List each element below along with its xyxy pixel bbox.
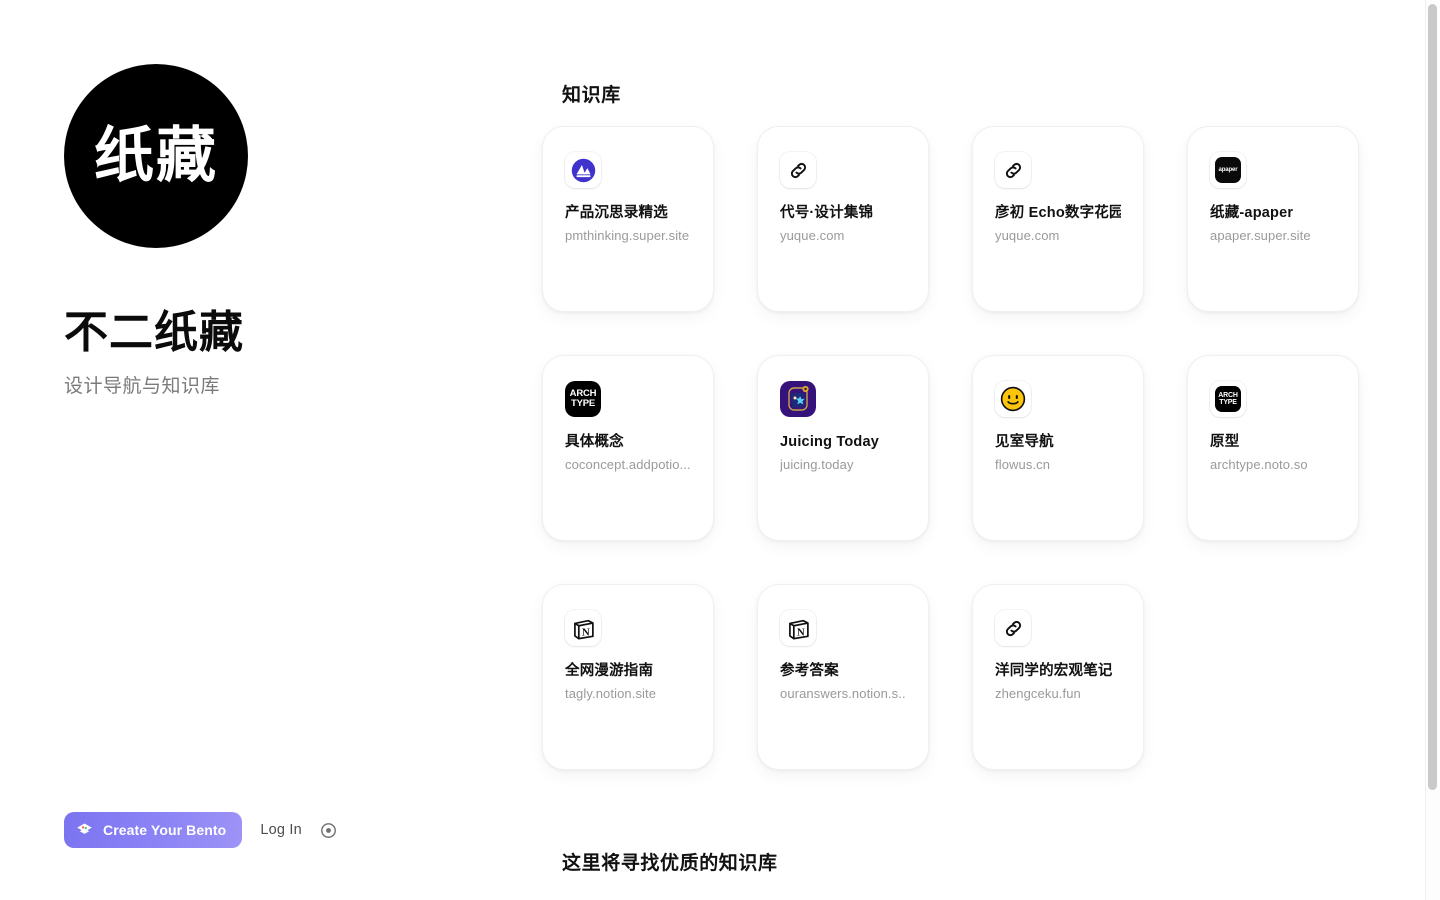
apaper-logo-label: apaper [1215, 157, 1241, 183]
card-juicing-today[interactable]: Juicing Today juicing.today [757, 355, 929, 541]
card-title: 代号·设计集锦 [780, 205, 874, 221]
card-tagly-notion[interactable]: N 全网漫游指南 tagly.notion.site [542, 584, 714, 770]
archtype-label-bottom: TYPE [570, 398, 595, 409]
card-url: apaper.super.site [1210, 228, 1311, 244]
card-title: 彦初 Echo数字花园 [995, 205, 1121, 221]
link-icon [995, 152, 1031, 188]
card-title: 全网漫游指南 [565, 663, 654, 679]
card-url: pmthinking.super.site [565, 228, 690, 244]
page-root: 纸藏 不二纸藏 设计导航与知识库 Create Your Bento Log I… [0, 0, 1440, 900]
card-title: 纸藏-apaper [1210, 205, 1294, 221]
card-url: archtype.noto.so [1210, 457, 1308, 473]
card-daihao-design[interactable]: 代号·设计集锦 yuque.com [757, 126, 929, 312]
record-circle-icon[interactable] [320, 822, 337, 839]
card-ouranswers-notion[interactable]: N 参考答案 ouranswers.notion.s... [757, 584, 929, 770]
section-title-footer: 这里将寻找优质的知识库 [562, 853, 778, 874]
page-subtitle: 设计导航与知识库 [64, 376, 221, 398]
notion-logo-icon: N [780, 610, 816, 646]
card-apaper[interactable]: apaper 纸藏-apaper apaper.super.site [1187, 126, 1359, 312]
archtype-label-top: ARCH [1218, 391, 1238, 399]
archtype-logo-icon: ARCH TYPE [565, 381, 601, 417]
card-title: Juicing Today [780, 434, 880, 450]
create-your-bento-label: Create Your Bento [103, 822, 227, 838]
card-title: 洋同学的宏观笔记 [995, 663, 1113, 679]
main-content: 知识库 产品沉思录精选 pmthinking.super.site 代号·设计集… [542, 0, 1382, 875]
svg-text:N: N [581, 626, 589, 638]
log-in-link[interactable]: Log In [260, 822, 302, 838]
bento-box-icon [75, 821, 94, 840]
action-bar: Create Your Bento Log In [64, 812, 337, 848]
card-url: zhengceku.fun [995, 686, 1081, 702]
vertical-scrollbar-thumb[interactable] [1428, 4, 1437, 790]
avatar-label: 纸藏 [94, 123, 218, 189]
card-title: 原型 [1210, 434, 1240, 450]
card-title: 见室导航 [995, 434, 1054, 450]
smiley-face-icon [995, 381, 1031, 417]
archtype-label-bottom: TYPE [1219, 399, 1237, 406]
card-url: flowus.cn [995, 457, 1051, 473]
page-title: 不二纸藏 [64, 308, 244, 357]
card-url: yuque.com [780, 228, 845, 244]
pmthinking-logo-icon [565, 152, 601, 188]
card-archtype[interactable]: ARCH TYPE 原型 archtype.noto.so [1187, 355, 1359, 541]
card-title: 产品沉思录精选 [565, 205, 668, 221]
avatar: 纸藏 [64, 64, 248, 248]
card-url: juicing.today [780, 457, 854, 473]
archtype-logo-icon: ARCH TYPE [1210, 381, 1246, 417]
card-title: 具体概念 [565, 434, 624, 450]
card-zhengceku[interactable]: 洋同学的宏观笔记 zhengceku.fun [972, 584, 1144, 770]
profile-panel: 纸藏 不二纸藏 设计导航与知识库 [64, 64, 464, 398]
juicing-potion-icon [780, 381, 816, 417]
notion-logo-icon: N [565, 610, 601, 646]
cards-grid: 产品沉思录精选 pmthinking.super.site 代号·设计集锦 yu… [542, 126, 1382, 770]
vertical-scrollbar-track[interactable] [1425, 0, 1440, 900]
card-url: coconcept.addpotio... [565, 457, 691, 473]
card-coconcept[interactable]: ARCH TYPE 具体概念 coconcept.addpotio... [542, 355, 714, 541]
card-title: 参考答案 [780, 663, 839, 679]
card-pmthinking[interactable]: 产品沉思录精选 pmthinking.super.site [542, 126, 714, 312]
card-url: tagly.notion.site [565, 686, 657, 702]
card-flowus[interactable]: 见室导航 flowus.cn [972, 355, 1144, 541]
card-echo-garden[interactable]: 彦初 Echo数字花园 yuque.com [972, 126, 1144, 312]
svg-text:N: N [796, 626, 804, 638]
section-title-knowledge-base: 知识库 [562, 85, 621, 106]
card-url: ouranswers.notion.s... [780, 686, 906, 702]
apaper-logo-icon: apaper [1210, 152, 1246, 188]
link-icon [780, 152, 816, 188]
create-your-bento-button[interactable]: Create Your Bento [64, 812, 243, 848]
link-icon [995, 610, 1031, 646]
card-url: yuque.com [995, 228, 1060, 244]
